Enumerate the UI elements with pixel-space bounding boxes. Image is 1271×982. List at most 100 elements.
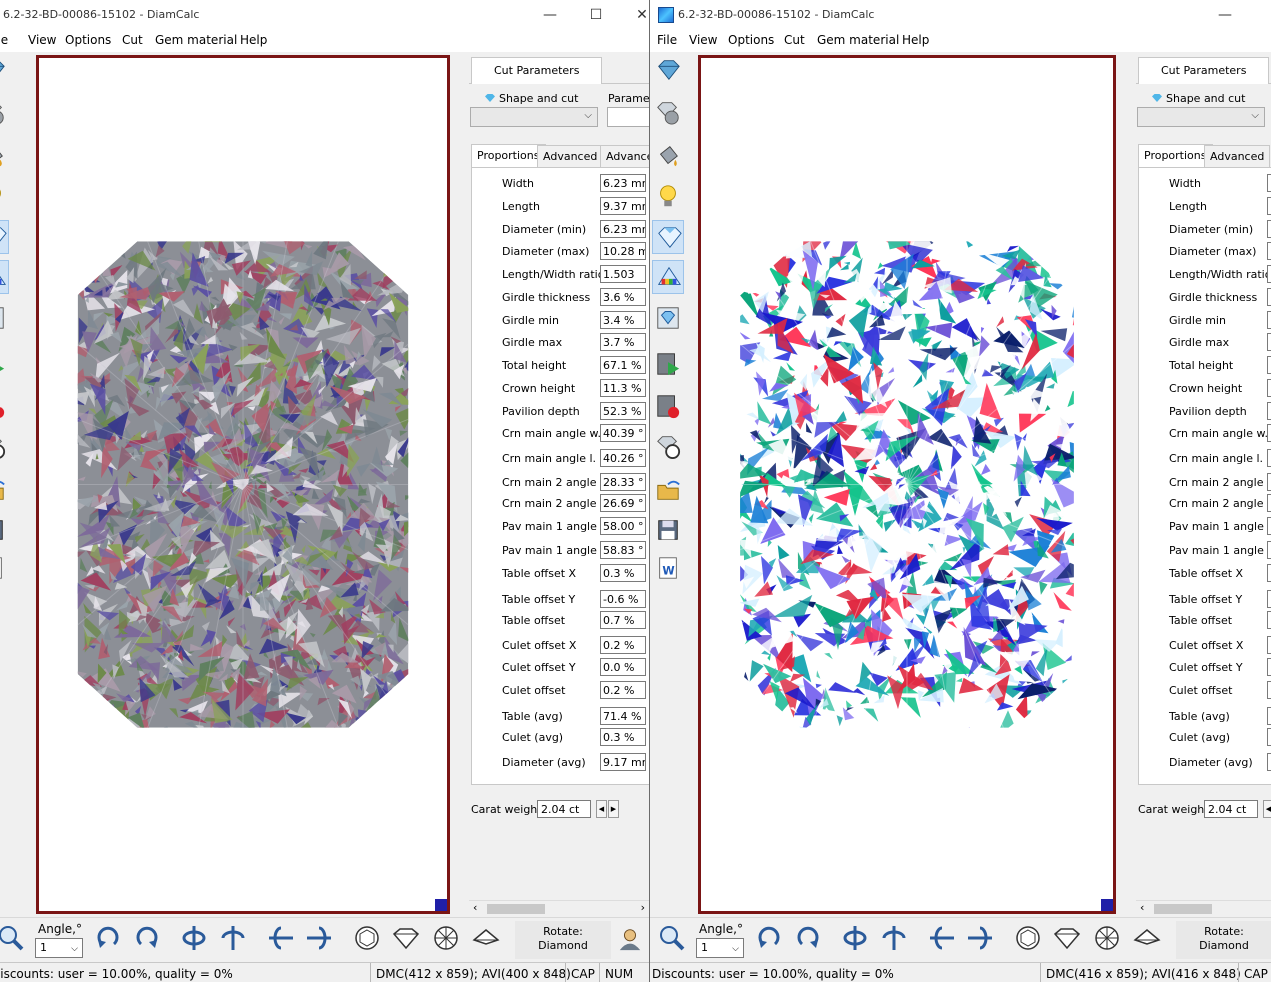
save-disk-button[interactable] [0, 514, 9, 548]
diamond-render-button[interactable] [652, 220, 684, 254]
scroll-thumb[interactable] [1154, 904, 1212, 914]
paint-bucket-button[interactable] [652, 140, 684, 174]
flip-vertical-2-button[interactable] [880, 924, 908, 955]
minimize-button[interactable]: — [535, 4, 565, 26]
rotate-ccw-button[interactable] [794, 924, 822, 955]
panel-horizontal-scrollbar[interactable]: ‹› [469, 900, 649, 917]
spectrum-button[interactable] [652, 260, 684, 294]
flip-horizontal-2-button[interactable] [305, 924, 333, 955]
rotate-cw-button[interactable] [755, 924, 783, 955]
carat-weight-input[interactable]: 2.04 ct [1204, 800, 1258, 818]
menu-item-file[interactable]: File [0, 33, 8, 47]
parameters-input[interactable] [607, 107, 649, 127]
proportion-value-input[interactable]: 40.39 ° [600, 424, 646, 442]
shape-and-cut-select[interactable]: ⌵ [470, 107, 598, 127]
shape-and-cut-select[interactable]: ⌵ [1137, 107, 1265, 127]
proportion-value-input[interactable]: 9.17 mm [600, 753, 646, 771]
video-record-button[interactable] [652, 390, 684, 424]
proportion-value-input[interactable]: 58.00 ° [600, 517, 646, 535]
proportion-value-input[interactable]: 0.3 % [600, 564, 646, 582]
proportion-value-input[interactable]: 58.83 ° [600, 541, 646, 559]
tab-proportions[interactable]: Proportions [1138, 144, 1213, 169]
zoom-button[interactable] [658, 924, 686, 955]
menu-item-gem-material[interactable]: Gem material [155, 33, 237, 47]
video-play-button[interactable] [0, 348, 9, 382]
proportion-value-input[interactable] [1267, 681, 1271, 699]
close-button[interactable]: ✕ [627, 4, 649, 26]
maximize-button[interactable]: ☐ [581, 4, 611, 26]
word-export-button[interactable]: W [0, 552, 9, 586]
proportion-value-input[interactable] [1267, 288, 1271, 306]
gem-ball-button[interactable] [652, 96, 684, 130]
proportion-value-input[interactable]: 28.33 ° [600, 473, 646, 491]
proportion-value-input[interactable] [1267, 658, 1271, 676]
tab-advanced[interactable]: Advanced [537, 145, 604, 169]
carat-weight-input[interactable]: 2.04 ct [537, 800, 591, 818]
diamond-frame-button[interactable] [0, 302, 9, 336]
proportion-value-input[interactable] [1267, 611, 1271, 629]
proportion-value-input[interactable] [1267, 333, 1271, 351]
open-folder-button[interactable] [0, 474, 9, 508]
proportion-value-input[interactable]: 0.3 % [600, 728, 646, 746]
zoom-button[interactable] [0, 924, 25, 955]
angle-select[interactable]: 1 ⌵ [696, 938, 744, 958]
flip-horizontal-2-button[interactable] [966, 924, 994, 955]
bottom-view-button[interactable] [1093, 924, 1121, 955]
proportion-value-input[interactable]: 0.2 % [600, 681, 646, 699]
tab-advanced[interactable]: Advanced [1204, 145, 1271, 169]
carat-increase-button[interactable]: ▶ [608, 800, 619, 818]
proportion-value-input[interactable] [1267, 590, 1271, 608]
scroll-right-icon[interactable]: › [641, 901, 645, 914]
rotate-mode-button[interactable]: Rotate: Diamond [1176, 921, 1271, 959]
scroll-left-icon[interactable]: ‹ [473, 901, 477, 914]
proportion-value-input[interactable]: 10.28 mm [600, 242, 646, 260]
diamond-render-button[interactable] [0, 220, 9, 254]
video-record-button[interactable] [0, 390, 9, 424]
top-view-button[interactable] [353, 924, 381, 955]
tab-advanced-2[interactable]: Advanced [600, 145, 649, 169]
carat-decrease-button[interactable]: ◀ [596, 800, 607, 818]
user-icon[interactable] [617, 926, 643, 955]
menu-item-view[interactable]: View [689, 33, 717, 47]
proportion-value-input[interactable] [1267, 379, 1271, 397]
tab-cut-parameters[interactable]: Cut Parameters [471, 57, 603, 84]
menu-item-gem-material[interactable]: Gem material [817, 33, 899, 47]
proportion-value-input[interactable]: 6.23 mm [600, 174, 646, 192]
gem-ball-button[interactable] [0, 96, 9, 130]
proportion-value-input[interactable]: 9.37 mm [600, 197, 646, 215]
side-view-button[interactable] [392, 924, 420, 955]
proportion-value-input[interactable]: 52.3 % [600, 402, 646, 420]
top-view-button[interactable] [1014, 924, 1042, 955]
word-export-button[interactable]: W [652, 552, 684, 586]
open-folder-button[interactable] [652, 474, 684, 508]
proportion-value-input[interactable] [1267, 220, 1271, 238]
proportion-value-input[interactable] [1267, 707, 1271, 725]
gem-wheel-button[interactable] [0, 430, 9, 464]
menu-item-cut[interactable]: Cut [122, 33, 143, 47]
tab-cut-parameters[interactable]: Cut Parameters [1138, 57, 1270, 84]
paint-bucket-button[interactable] [0, 140, 9, 174]
flip-vertical-button[interactable] [180, 924, 208, 955]
proportion-value-input[interactable]: 1.503 [600, 265, 646, 283]
video-play-button[interactable] [652, 348, 684, 382]
diamond-view-button[interactable] [652, 54, 684, 88]
profile-view-button[interactable] [1133, 924, 1161, 955]
proportion-value-input[interactable] [1267, 311, 1271, 329]
proportion-value-input[interactable] [1267, 753, 1271, 771]
flip-horizontal-button[interactable] [928, 924, 956, 955]
proportion-value-input[interactable] [1267, 564, 1271, 582]
diamond-frame-button[interactable] [652, 302, 684, 336]
proportion-value-input[interactable] [1267, 728, 1271, 746]
proportion-value-input[interactable]: 0.7 % [600, 611, 646, 629]
flip-horizontal-button[interactable] [267, 924, 295, 955]
scroll-thumb[interactable] [487, 904, 545, 914]
side-view-button[interactable] [1053, 924, 1081, 955]
proportion-value-input[interactable]: 11.3 % [600, 379, 646, 397]
panel-horizontal-scrollbar[interactable]: ‹› [1136, 900, 1271, 917]
proportion-value-input[interactable]: 26.69 ° [600, 494, 646, 512]
menu-item-help[interactable]: Help [240, 33, 267, 47]
menu-item-view[interactable]: View [28, 33, 56, 47]
proportion-value-input[interactable] [1267, 636, 1271, 654]
menu-item-cut[interactable]: Cut [784, 33, 805, 47]
proportion-value-input[interactable] [1267, 541, 1271, 559]
